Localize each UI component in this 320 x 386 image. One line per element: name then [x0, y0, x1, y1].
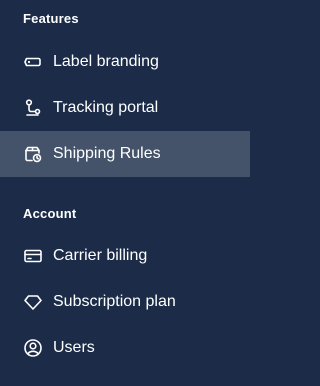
sidebar-item-subscription-plan[interactable]: Subscription plan — [0, 279, 250, 325]
tag-icon — [23, 52, 43, 72]
sidebar-item-label: Shipping Rules — [53, 145, 161, 162]
sidebar-item-label-branding[interactable]: Label branding — [0, 39, 250, 85]
sidebar-item-tracking-portal[interactable]: Tracking portal — [0, 85, 250, 131]
sidebar-item-label: Tracking portal — [53, 99, 159, 116]
section-heading-features: Features — [23, 11, 79, 26]
sidebar-nav: Features Label branding Tracking portal — [0, 0, 250, 386]
package-clock-icon — [23, 144, 43, 164]
sidebar-item-label: Subscription plan — [53, 293, 176, 310]
sidebar-item-shipping-rules[interactable]: Shipping Rules — [0, 131, 250, 177]
diamond-icon — [23, 292, 43, 312]
sidebar-item-label: Label branding — [53, 53, 159, 70]
sidebar-item-carrier-billing[interactable]: Carrier billing — [0, 233, 250, 279]
credit-card-icon — [23, 246, 43, 266]
section-heading-account: Account — [23, 206, 77, 221]
route-icon — [23, 98, 43, 118]
sidebar-item-users[interactable]: Users — [0, 325, 250, 371]
sidebar-item-label: Carrier billing — [53, 247, 148, 264]
user-circle-icon — [23, 338, 43, 358]
sidebar-item-label: Users — [53, 339, 95, 356]
